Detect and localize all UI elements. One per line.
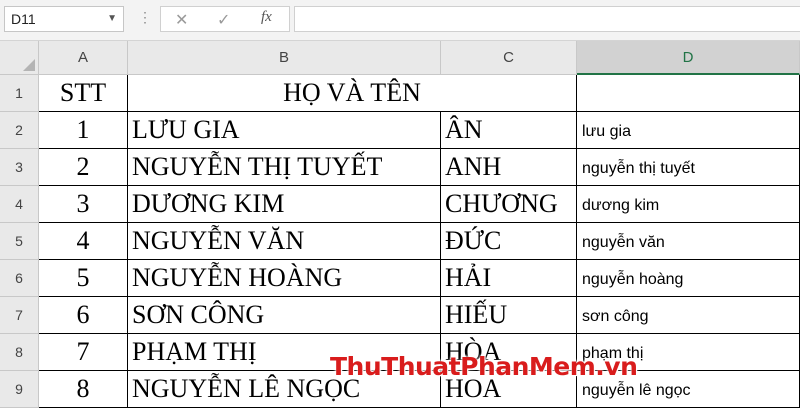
cell-a8[interactable]: 7 xyxy=(39,334,128,371)
cell-b2[interactable]: LƯU GIA xyxy=(128,112,441,149)
name-box[interactable]: D11 ▼ xyxy=(4,6,124,32)
cell-d3[interactable]: nguyễn thị tuyết xyxy=(577,149,800,186)
row-header[interactable]: 4 xyxy=(0,186,39,223)
cell-c4[interactable]: CHƯƠNG xyxy=(441,186,577,223)
cell-d2[interactable]: lưu gia xyxy=(577,112,800,149)
cell-c3[interactable]: ANH xyxy=(441,149,577,186)
column-header-b[interactable]: B xyxy=(128,41,441,75)
cell-d1[interactable] xyxy=(577,75,800,112)
cell-a5[interactable]: 4 xyxy=(39,223,128,260)
row-header[interactable]: 7 xyxy=(0,297,39,334)
column-header-c[interactable]: C xyxy=(441,41,577,75)
watermark-logo: ThuThuatPhanMem.vn xyxy=(330,352,638,381)
cell-a2[interactable]: 1 xyxy=(39,112,128,149)
cell-a4[interactable]: 3 xyxy=(39,186,128,223)
cell-a6[interactable]: 5 xyxy=(39,260,128,297)
enter-icon[interactable]: ✓ xyxy=(217,10,230,30)
row-header[interactable]: 2 xyxy=(0,112,39,149)
formula-input[interactable] xyxy=(294,6,800,32)
column-header-a[interactable]: A xyxy=(39,41,128,75)
cell-d7[interactable]: sơn công xyxy=(577,297,800,334)
cell-c2[interactable]: ÂN xyxy=(441,112,577,149)
cell-b6[interactable]: NGUYỄN HOÀNG xyxy=(128,260,441,297)
cell-b3[interactable]: NGUYỄN THỊ TUYẾT xyxy=(128,149,441,186)
cell-b5[interactable]: NGUYỄN VĂN xyxy=(128,223,441,260)
cell-b7[interactable]: SƠN CÔNG xyxy=(128,297,441,334)
cell-d4[interactable]: dương kim xyxy=(577,186,800,223)
cell-b1-merged[interactable]: HỌ VÀ TÊN xyxy=(128,75,577,112)
cancel-icon[interactable]: ✕ xyxy=(175,10,188,30)
row-header[interactable]: 9 xyxy=(0,371,39,408)
cell-a1[interactable]: STT xyxy=(39,75,128,112)
row-header[interactable]: 5 xyxy=(0,223,39,260)
row-header[interactable]: 8 xyxy=(0,334,39,371)
cell-b4[interactable]: DƯƠNG KIM xyxy=(128,186,441,223)
cell-d6[interactable]: nguyễn hoàng xyxy=(577,260,800,297)
cell-a9[interactable]: 8 xyxy=(39,371,128,408)
column-header-d[interactable]: D xyxy=(577,41,800,75)
select-all-button[interactable] xyxy=(0,41,39,75)
formula-bar-area: D11 ▼ ⋮ ✕ ✓ fx xyxy=(0,0,800,41)
row-header[interactable]: 6 xyxy=(0,260,39,297)
formula-buttons: ✕ ✓ fx xyxy=(160,6,290,32)
more-options-icon[interactable]: ⋮ xyxy=(138,9,152,26)
cell-c7[interactable]: HIẾU xyxy=(441,297,577,334)
cell-c5[interactable]: ĐỨC xyxy=(441,223,577,260)
select-all-triangle-icon xyxy=(23,59,35,71)
row-header[interactable]: 1 xyxy=(0,75,39,112)
row-header[interactable]: 3 xyxy=(0,149,39,186)
insert-function-icon[interactable]: fx xyxy=(261,9,272,26)
cell-a3[interactable]: 2 xyxy=(39,149,128,186)
cell-d5[interactable]: nguyễn văn xyxy=(577,223,800,260)
cell-a7[interactable]: 6 xyxy=(39,297,128,334)
name-box-value: D11 xyxy=(11,11,36,27)
chevron-down-icon[interactable]: ▼ xyxy=(107,13,117,24)
cell-c6[interactable]: HẢI xyxy=(441,260,577,297)
